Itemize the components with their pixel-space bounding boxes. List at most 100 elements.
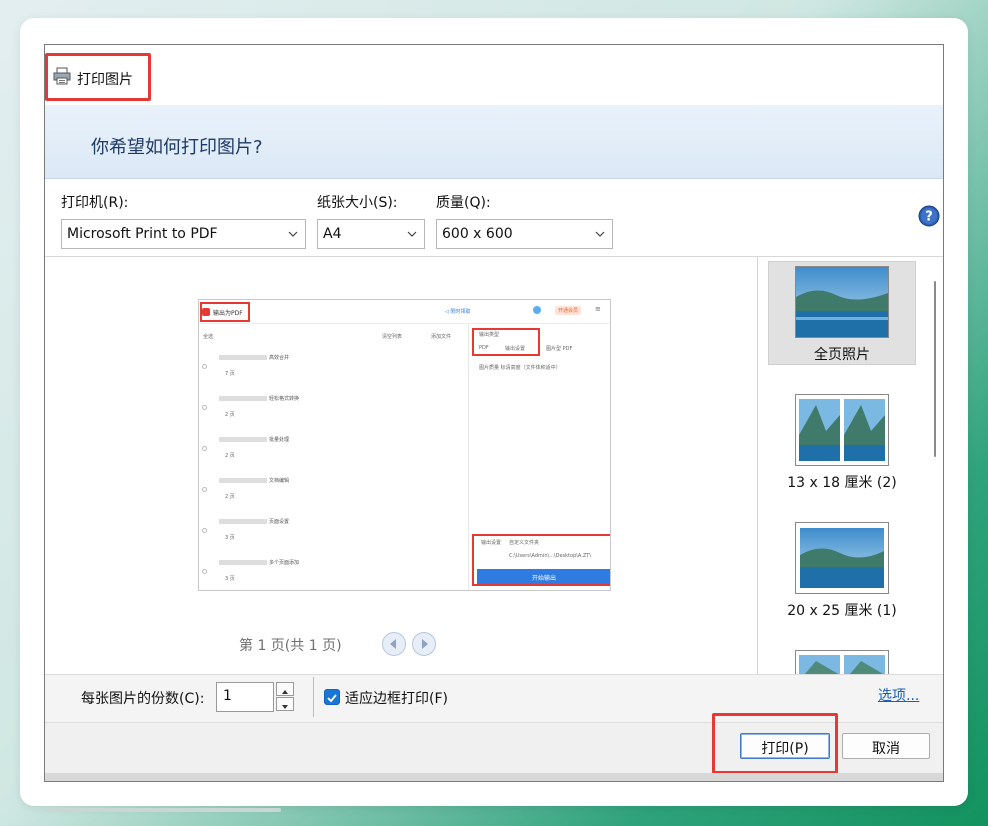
chevron-down-icon [288,231,298,237]
dialog-titlebar: 打印图片 [45,45,943,105]
mini-row-checkbox [202,446,207,451]
mini-title-highlight [200,302,250,322]
mini-row-title: 多个页面添加 [219,559,299,566]
user-avatar-icon [533,306,541,314]
mini-row-title: 页面设置 [219,518,289,525]
mini-row-page-count: 3 页 [225,535,235,541]
mini-quality-setting: 图片质量 标清高度（文件体积适中） [479,365,561,371]
paper-size-select-value: A4 [323,226,342,242]
preview-page-image: 输出为PDF ◁ 限时领取 开通会员 ≡ 全选 清空列表 添加文件 高效合并 7 … [198,299,611,591]
mini-row-desc: 批量处理 [269,437,290,443]
print-options-row: 打印机(R): Microsoft Print to PDF 纸张大小(S): … [45,179,943,256]
mini-row-pages: 3 页 [225,534,235,541]
landscape-photo-thumbnail [795,266,889,338]
layout-13x18[interactable]: 13 x 18 厘米 (2) [768,389,916,493]
dialog-bottom-strip [45,773,943,781]
printer-icon [53,67,71,85]
mini-clear-list: 清空列表 [382,334,403,340]
mini-row-page-count: 2 页 [225,494,235,500]
prev-page-button[interactable] [382,632,406,656]
mini-row-checkbox [202,364,207,369]
triangle-down-icon [282,705,288,709]
mini-row-blurred-name [219,519,267,524]
options-link[interactable]: 选项... [878,685,919,705]
layout-full-page[interactable]: 全页照片 [768,261,916,365]
dialog-heading: 你希望如何打印图片? [91,137,263,158]
help-icon[interactable]: ? [918,205,940,227]
mini-row-blurred-name [219,437,267,442]
mini-row-title: 文档编辑 [219,477,289,484]
mini-vip-badge: 开通会员 [555,306,582,315]
printer-select[interactable]: Microsoft Print to PDF [61,219,306,249]
portrait-photo-thumbnail [795,394,889,466]
mini-row-desc: 轻松格式转换 [269,396,300,402]
bottom-separator [313,677,314,717]
layout-20x25[interactable]: 20 x 25 厘米 (1) [768,517,916,621]
layout-13x18-label: 13 x 18 厘米 (2) [787,475,897,491]
next-page-button[interactable] [412,632,436,656]
dialog-title: 打印图片 [77,72,133,88]
chevron-down-icon [595,231,605,237]
mini-row-checkbox [202,487,207,492]
quality-select[interactable]: 600 x 600 [436,219,613,249]
print-button[interactable]: 打印(P) [740,733,830,759]
printer-label: 打印机(R): [61,195,129,211]
arrow-left-icon [390,639,396,649]
layout-thumbnail-panel: 全页照片 13 x 18 厘米 (2) 20 x 25 厘米 (1) [757,256,943,674]
fit-to-frame-checkbox[interactable] [324,689,340,705]
print-pictures-dialog: 打印图片 你希望如何打印图片? 打印机(R): Microsoft Print … [44,44,944,782]
mini-row-blurred-name [219,396,267,401]
layout-more[interactable] [768,645,916,674]
mini-row-title: 批量处理 [219,436,289,443]
mini-row-page-count: 2 页 [225,412,235,418]
mini-row-desc: 文档编辑 [269,478,290,484]
layout-20x25-label: 20 x 25 厘米 (1) [787,603,897,619]
mini-row-page-count: 7 页 [225,371,235,377]
menu-icon: ≡ [595,305,601,313]
mini-row-pages: 2 页 [225,493,235,500]
copies-label: 每张图片的份数(C): [81,691,205,707]
copies-value: 1 [223,688,232,704]
mini-row-blurred-name [219,355,267,360]
printer-select-value: Microsoft Print to PDF [67,226,218,242]
mini-row-pages: 2 页 [225,411,235,418]
paper-size-select[interactable]: A4 [317,219,425,249]
mini-row-page-count: 2 页 [225,453,235,459]
svg-text:?: ? [925,210,933,225]
mini-row-title: 轻松格式转换 [219,395,299,402]
mini-select-all: 全选 [203,334,214,340]
paper-size-label: 纸张大小(S): [317,195,398,211]
mini-row-pages: 7 页 [225,370,235,377]
mini-row-checkbox [202,569,207,574]
mini-row-title: 高效合并 [219,354,289,361]
quality-label: 质量(Q): [436,195,491,211]
portrait-photo-thumbnail [795,650,889,674]
mini-row-checkbox [202,405,207,410]
mini-row-pages: 3 页 [225,575,235,582]
mini-row-blurred-name [219,560,267,565]
thumbnail-scrollbar-thumb[interactable] [934,281,936,457]
arrow-right-icon [422,639,428,649]
quality-select-value: 600 x 600 [442,226,513,242]
copies-decrement-button[interactable] [276,697,294,711]
mini-row-blurred-name [219,478,267,483]
dialog-header: 你希望如何打印图片? [45,105,943,179]
mini-row-desc: 高效合并 [269,355,290,361]
mini-row-checkbox [202,528,207,533]
mini-add-file: 添加文件 [431,334,452,340]
cancel-button[interactable]: 取消 [842,733,930,759]
mini-row-desc: 多个页面添加 [269,560,300,566]
mini-row-page-count: 3 页 [225,576,235,582]
mini-row-pages: 2 页 [225,452,235,459]
chevron-down-icon [407,231,417,237]
mini-promo-link: ◁ 限时领取 [445,309,471,315]
copies-increment-button[interactable] [276,682,294,696]
mini-output-highlight [472,534,610,586]
mini-row-desc: 页面设置 [269,519,290,525]
copies-input[interactable]: 1 [216,682,274,712]
card-progress-bar [45,808,281,812]
page-indicator: 第 1 页(共 1 页) [239,638,342,654]
landscape-photo-thumbnail [795,522,889,594]
layout-full-page-label: 全页照片 [814,347,870,363]
checkmark-icon [327,694,337,703]
